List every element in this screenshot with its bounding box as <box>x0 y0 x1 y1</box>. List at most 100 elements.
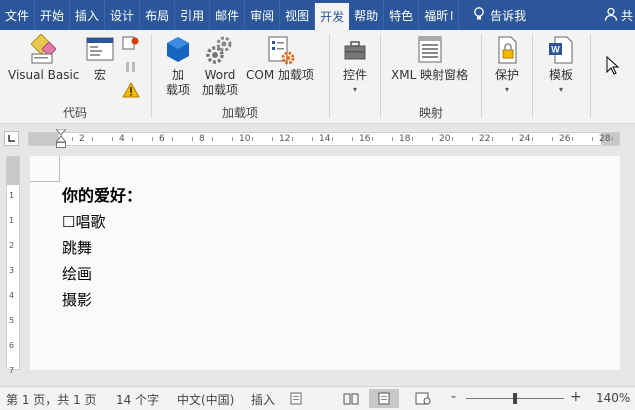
print-layout-button[interactable] <box>369 389 399 408</box>
addins-label-1: 加 <box>171 68 184 82</box>
ruler-number: 18 <box>399 134 411 144</box>
group-protect: 保护 ▾ <box>482 30 532 124</box>
ribbon-separator <box>590 34 591 118</box>
macro-icon <box>84 34 116 66</box>
tab-view[interactable]: 视图 <box>280 0 316 30</box>
tab-home[interactable]: 开始 <box>35 0 71 30</box>
group-controls: 控件 ▾ <box>330 30 380 124</box>
lock-document-icon <box>491 34 523 66</box>
horizontal-ruler[interactable]: 2 4 6 8 10 12 14 16 18 20 22 24 26 28 <box>28 128 620 148</box>
ruler-tick <box>572 137 573 141</box>
ruler-tick <box>492 137 493 141</box>
zoom-level[interactable]: 140% <box>596 391 630 405</box>
zoom-slider-thumb[interactable] <box>513 393 517 404</box>
page-icon <box>378 392 390 405</box>
read-mode-button[interactable] <box>336 389 366 408</box>
doc-line-photo[interactable]: 摄影 <box>62 290 92 310</box>
tab-overflow-icon: ǀ <box>450 9 454 21</box>
ruler-number: 10 <box>239 134 251 144</box>
indent-marker-icon[interactable] <box>54 128 68 154</box>
ruler-tick <box>132 137 133 141</box>
com-addins-label: COM 加载项 <box>246 68 314 82</box>
vruler-number: 3 <box>9 266 15 275</box>
ruler-tick <box>392 137 393 141</box>
record-macro-icon[interactable] <box>122 36 140 52</box>
zoom-out-button[interactable]: - <box>451 389 456 405</box>
macro-button[interactable]: 宏 <box>84 34 116 83</box>
tell-me-box[interactable]: 告诉我 <box>459 0 531 30</box>
ruler-tick <box>232 137 233 141</box>
visual-basic-icon <box>28 34 60 66</box>
vruler-number: 1 <box>9 191 15 200</box>
tab-foxit[interactable]: 福昕 ǀ <box>419 0 460 30</box>
doc-line-checkbox-sing[interactable]: ☐唱歌 <box>62 212 105 232</box>
macro-record-status-icon[interactable] <box>290 392 304 408</box>
word-count[interactable]: 14 个字 <box>116 391 159 408</box>
tab-layout[interactable]: 布局 <box>140 0 176 30</box>
tab-developer[interactable]: 开发 <box>315 3 350 30</box>
pause-recording-icon[interactable] <box>124 60 140 74</box>
visual-basic-button[interactable]: Visual Basic <box>8 34 79 83</box>
tab-mailings[interactable]: 邮件 <box>210 0 246 30</box>
tab-help[interactable]: 帮助 <box>349 0 385 30</box>
toolbox-icon <box>339 34 371 66</box>
insert-mode[interactable]: 插入 <box>251 391 275 408</box>
tab-references[interactable]: 引用 <box>175 0 211 30</box>
page-count[interactable]: 第 1 页，共 1 页 <box>6 391 97 408</box>
gears-icon <box>204 34 236 66</box>
macro-security-icon[interactable] <box>122 81 140 98</box>
share-button[interactable]: 共 <box>599 0 635 30</box>
tab-insert[interactable]: 插入 <box>70 0 106 30</box>
com-addins-button[interactable]: COM 加载项 <box>246 34 314 83</box>
addins-button[interactable]: 加 载项 <box>162 34 194 98</box>
person-icon <box>604 7 618 24</box>
protect-dropdown-icon: ▾ <box>504 85 509 94</box>
tab-review[interactable]: 审阅 <box>245 0 281 30</box>
xml-mapping-label: XML 映射窗格 <box>391 68 469 82</box>
tell-me-label: 告诉我 <box>490 8 527 23</box>
protect-label: 保护 <box>494 68 519 82</box>
tab-foxit-label: 福昕 <box>424 8 449 23</box>
word-template-icon: W <box>545 34 577 66</box>
ruler-number: 16 <box>359 134 371 144</box>
ruler-tick <box>152 137 153 141</box>
xml-mapping-button[interactable]: XML 映射窗格 <box>391 34 468 83</box>
ruler-number: 20 <box>439 134 451 144</box>
doc-line-dance[interactable]: 跳舞 <box>62 238 92 258</box>
tab-design[interactable]: 设计 <box>105 0 141 30</box>
tab-file[interactable]: 文件 <box>0 0 36 30</box>
vertical-scrollbar[interactable] <box>620 156 635 370</box>
group-mapping-label: 映射 <box>418 106 443 120</box>
macro-label: 宏 <box>93 68 106 82</box>
templates-dropdown-icon: ▾ <box>558 85 563 94</box>
ruler-number: 6 <box>159 134 165 144</box>
vruler-number: 5 <box>9 316 15 325</box>
tab-featured[interactable]: 特色 <box>384 0 420 30</box>
share-label: 共 <box>620 8 633 23</box>
status-bar: 第 1 页，共 1 页 14 个字 中文(中国) 插入 - + 140% <box>0 386 635 410</box>
templates-label: 模板 <box>548 68 573 82</box>
ruler-number: 28 <box>599 134 611 144</box>
zoom-in-button[interactable]: + <box>570 389 582 405</box>
doc-line-paint[interactable]: 绘画 <box>62 264 92 284</box>
tab-selector-button[interactable] <box>4 131 19 146</box>
ruler-tick <box>292 137 293 141</box>
doc-heading[interactable]: 你的爱好： <box>62 186 142 206</box>
language-indicator[interactable]: 中文(中国) <box>177 391 234 408</box>
ruler-tick <box>452 137 453 141</box>
vruler-top-margin <box>7 157 19 185</box>
ruler-tick <box>212 137 213 141</box>
controls-button[interactable]: 控件 ▾ <box>339 34 371 95</box>
web-layout-icon <box>415 392 431 405</box>
templates-button[interactable]: W 模板 ▾ <box>545 34 577 95</box>
document-page[interactable]: 你的爱好： ☐唱歌 跳舞 绘画 摄影 <box>30 156 620 370</box>
ruler-tick <box>352 137 353 141</box>
controls-dropdown-icon: ▾ <box>352 85 357 94</box>
ruler-tick <box>112 137 113 141</box>
controls-label: 控件 <box>342 68 367 82</box>
word-addins-button[interactable]: Word 加载项 <box>202 34 238 98</box>
protect-button[interactable]: 保护 ▾ <box>491 34 523 95</box>
com-addins-icon <box>264 34 296 66</box>
vertical-ruler[interactable]: 1 1 2 3 4 5 6 7 <box>6 156 20 375</box>
web-layout-button[interactable] <box>408 389 438 408</box>
